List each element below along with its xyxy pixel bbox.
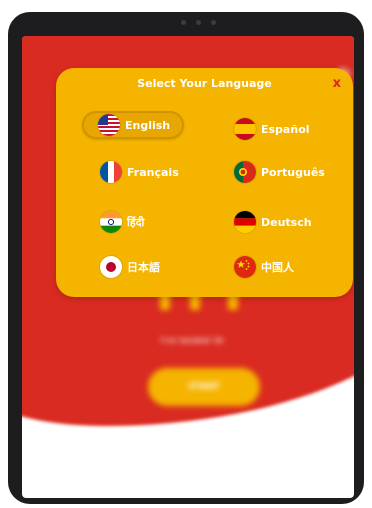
language-label: Français: [127, 165, 179, 179]
language-option-english[interactable]: English: [82, 111, 185, 139]
language-label: Deutsch: [261, 215, 312, 229]
spain-flag-icon: [234, 118, 256, 140]
language-option-deutsch[interactable]: Deutsch: [234, 208, 312, 236]
start-button: START: [148, 368, 260, 406]
france-flag-icon: [100, 161, 122, 183]
language-option-francais[interactable]: Français: [100, 158, 179, 186]
modal-title: Select Your Language: [137, 77, 272, 90]
us-flag-icon: [98, 114, 120, 136]
portugal-flag-icon: [234, 161, 256, 183]
language-label: Português: [261, 165, 325, 179]
language-label: 中国人: [261, 261, 294, 274]
language-option-portugues[interactable]: Português: [234, 158, 325, 186]
language-label: Español: [261, 122, 310, 136]
language-option-chinese[interactable]: 中国人: [234, 253, 294, 281]
language-label: 日本語: [127, 261, 160, 274]
language-label: हिंदी: [127, 215, 145, 229]
language-option-espanol[interactable]: Español: [234, 115, 310, 143]
tablet-frame: I've landed 1k START Select Your Languag…: [8, 12, 364, 504]
china-flag-icon: [234, 256, 256, 278]
india-flag-icon: [100, 211, 122, 233]
tagline-text: I've landed 1k: [160, 336, 224, 345]
germany-flag-icon: [234, 211, 256, 233]
language-option-japanese[interactable]: 日本語: [100, 253, 160, 281]
language-option-hindi[interactable]: हिंदी: [100, 208, 144, 236]
app-screen: I've landed 1k START Select Your Languag…: [22, 36, 354, 498]
japan-flag-icon: [100, 256, 122, 278]
language-label: English: [125, 118, 171, 132]
language-selection-modal: Select Your Language x English Español F…: [56, 68, 353, 297]
close-button[interactable]: x: [333, 76, 341, 91]
camera-indicator: [168, 20, 228, 28]
